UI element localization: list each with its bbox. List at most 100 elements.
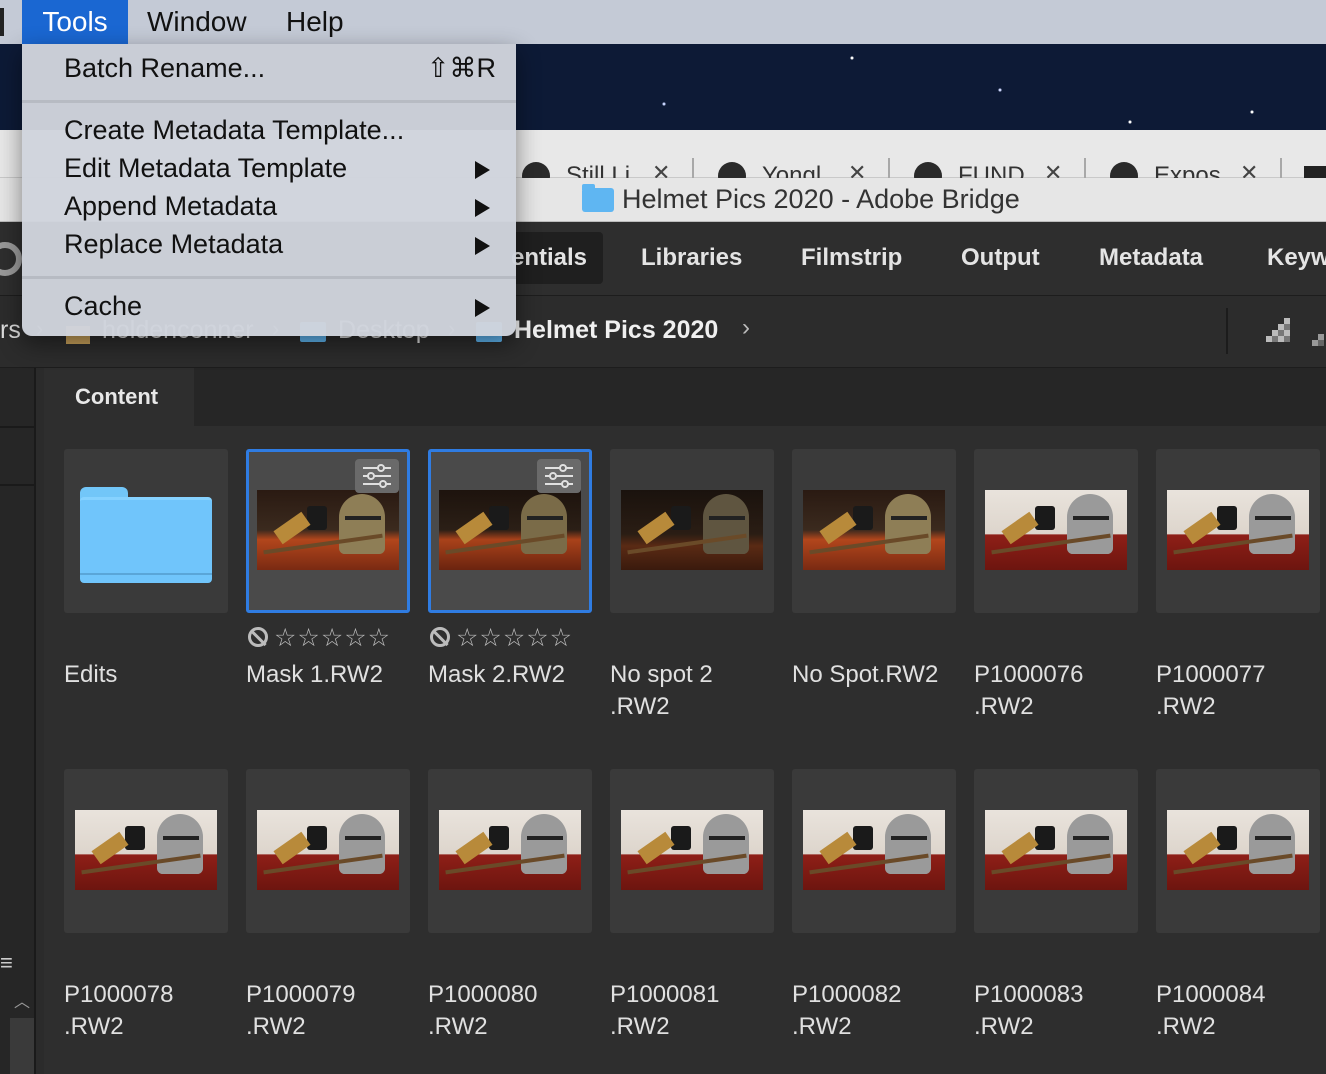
star-rating[interactable]: ☆☆☆☆☆ — [248, 623, 391, 653]
menu-bar: Tools Window Help — [0, 0, 1326, 44]
window-title: Helmet Pics 2020 - Adobe Bridge — [622, 184, 1020, 214]
workspace-tab-filmstrip[interactable]: Filmstrip — [801, 244, 902, 272]
menu-help[interactable]: Help — [286, 0, 344, 44]
menu-separator — [22, 100, 516, 103]
scrollbar[interactable] — [10, 1018, 34, 1074]
close-icon[interactable]: ✕ — [1044, 160, 1062, 178]
menu-item-append-metadata[interactable]: Append Metadata — [64, 191, 277, 229]
thumbnail-filename: Mask 1.RW2 — [246, 661, 383, 688]
thumbnail-quality-icon[interactable] — [1262, 316, 1292, 346]
workspace-tab-keywords[interactable]: Keyw — [1267, 244, 1326, 272]
photo-thumbnail[interactable] — [64, 769, 228, 933]
panel-divider — [0, 426, 34, 428]
photo-preview — [803, 810, 945, 890]
photo-thumbnail[interactable] — [974, 449, 1138, 613]
photo-thumbnail[interactable] — [428, 449, 592, 613]
photo-thumbnail[interactable] — [246, 449, 410, 613]
breadcrumb-current[interactable]: Helmet Pics 2020 — [514, 316, 718, 345]
browser-tab[interactable]: Expos ✕ — [1110, 160, 1306, 178]
panel-menu-icon[interactable]: ≡ — [0, 950, 13, 976]
thumbnail-filename: P1000077 .RW2 — [1156, 661, 1266, 720]
reject-icon[interactable] — [430, 627, 450, 647]
photo-preview — [621, 490, 763, 570]
chevron-right-icon[interactable]: › — [742, 314, 750, 342]
content-panel: Content Edits ☆☆☆☆☆ Mask 1.RW2 ☆☆☆☆☆ Mask 2.… — [44, 368, 1326, 1074]
develop-settings-icon — [537, 459, 581, 493]
browser-tab[interactable]: Still Li ✕ — [522, 160, 718, 178]
folder-icon — [80, 487, 212, 583]
thumbnail-quality-high-icon[interactable] — [1312, 330, 1326, 346]
thumbnail-filename: P1000076 .RW2 — [974, 661, 1084, 720]
photo-thumbnail[interactable] — [610, 769, 774, 933]
thumbnail-filename: P1000080 .RW2 — [428, 981, 538, 1040]
star-rating[interactable]: ☆☆☆☆☆ — [430, 623, 573, 653]
photo-preview — [1167, 490, 1309, 570]
thumbnail-filename: P1000078 .RW2 — [64, 981, 174, 1040]
photo-preview — [257, 490, 399, 570]
photo-thumbnail[interactable] — [792, 769, 956, 933]
browser-favicon-icon — [1110, 162, 1138, 178]
bridge-logo-icon[interactable] — [0, 242, 22, 276]
shortcut-batch-rename: ⇧⌘R — [426, 53, 496, 83]
thumbnail-filename: P1000082 .RW2 — [792, 981, 902, 1040]
photo-preview — [621, 810, 763, 890]
workspace-tab-libraries[interactable]: Libraries — [641, 244, 742, 272]
workspace-tab-metadata[interactable]: Metadata — [1099, 244, 1203, 272]
photo-preview — [985, 490, 1127, 570]
submenu-arrow-icon — [475, 199, 490, 217]
photo-thumbnail[interactable] — [792, 449, 956, 613]
menu-item-cache[interactable]: Cache — [64, 291, 142, 329]
photo-preview — [75, 810, 217, 890]
left-panel: ≡ ︿ — [0, 368, 36, 1074]
thumbnail-filename: P1000081 .RW2 — [610, 981, 720, 1040]
close-icon[interactable]: ✕ — [848, 160, 866, 178]
browser-tab-label: FUND — [958, 162, 1025, 178]
photo-thumbnail[interactable] — [246, 769, 410, 933]
breadcrumb-item[interactable]: rs — [0, 316, 21, 345]
menu-item-edit-metadata-template[interactable]: Edit Metadata Template — [64, 153, 347, 191]
tab-divider — [1280, 158, 1282, 178]
photo-thumbnail[interactable] — [1156, 769, 1320, 933]
menu-item-batch-rename[interactable]: Batch Rename... — [64, 53, 265, 91]
menu-bar-clipped-item[interactable] — [0, 8, 4, 36]
workspace-tab-output[interactable]: Output — [961, 244, 1040, 272]
menu-tools[interactable]: Tools — [22, 0, 128, 44]
photo-thumbnail[interactable] — [974, 769, 1138, 933]
star-icons[interactable]: ☆☆☆☆☆ — [274, 624, 391, 652]
menu-item-create-metadata-template[interactable]: Create Metadata Template... — [64, 115, 404, 153]
workspace-tab-label: entials — [510, 244, 587, 271]
thumbnail-filename: Mask 2.RW2 — [428, 661, 565, 688]
browser-tab-clipped[interactable] — [1304, 166, 1326, 178]
tab-content[interactable]: Content — [44, 368, 194, 426]
photo-preview — [439, 490, 581, 570]
photo-thumbnail[interactable] — [428, 769, 592, 933]
photo-preview — [985, 810, 1127, 890]
photo-thumbnail[interactable] — [610, 449, 774, 613]
content-tab-bar: Content — [44, 368, 1326, 426]
folder-icon — [582, 184, 614, 212]
thumbnail-filename: P1000079 .RW2 — [246, 981, 356, 1040]
develop-settings-icon — [355, 459, 399, 493]
browser-tab-label: Yongl — [762, 162, 822, 178]
browser-tab[interactable]: Yongl ✕ — [718, 160, 914, 178]
photo-thumbnail[interactable] — [1156, 449, 1320, 613]
star-icons[interactable]: ☆☆☆☆☆ — [456, 624, 573, 652]
browser-tab[interactable]: FUND ✕ — [914, 160, 1110, 178]
photo-preview — [257, 810, 399, 890]
menu-window[interactable]: Window — [147, 0, 247, 44]
close-icon[interactable]: ✕ — [1240, 160, 1258, 178]
submenu-arrow-icon — [475, 161, 490, 179]
browser-favicon-icon — [914, 162, 942, 178]
menu-item-replace-metadata[interactable]: Replace Metadata — [64, 229, 283, 267]
reject-icon[interactable] — [248, 627, 268, 647]
thumbnail-filename: No Spot.RW2 — [792, 661, 939, 688]
close-icon[interactable]: ✕ — [652, 160, 670, 178]
browser-tab-label: Still Li — [566, 162, 631, 178]
tab-divider — [692, 158, 694, 178]
tools-dropdown-menu: Batch Rename... ⇧⌘R Create Metadata Temp… — [22, 44, 516, 336]
folder-thumbnail[interactable] — [64, 449, 228, 613]
tab-divider — [888, 158, 890, 178]
photo-preview — [439, 810, 581, 890]
thumbnail-filename: No spot 2 .RW2 — [610, 661, 713, 720]
scroll-up-icon[interactable]: ︿ — [10, 988, 34, 1012]
